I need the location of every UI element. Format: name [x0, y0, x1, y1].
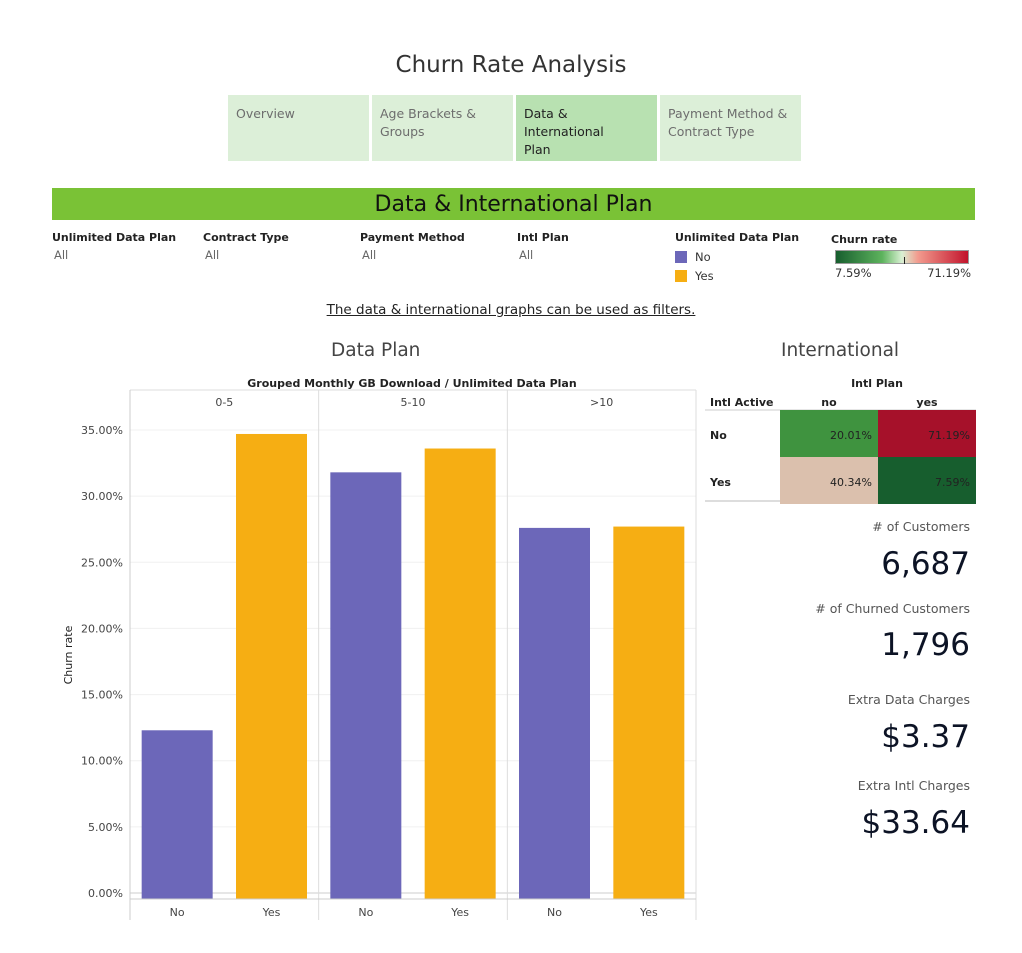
- chart-header: Grouped Monthly GB Download / Unlimited …: [247, 377, 576, 390]
- bar-5-10-No: [330, 472, 402, 899]
- bar-0-5-Yes: [236, 433, 307, 899]
- heatmap-row-label: Yes: [709, 476, 731, 489]
- legend-label: No: [695, 249, 711, 264]
- filter-note: The data & international graphs can be u…: [326, 302, 696, 318]
- y-tick-label: 30.00%: [81, 490, 123, 503]
- group-label: 0-5: [215, 396, 233, 409]
- heatmap-value: 40.34%: [830, 476, 872, 489]
- x-tick-label: No: [547, 906, 562, 919]
- filter-label: Payment Method: [360, 231, 465, 244]
- kpi-extra-intl-value: $33.64: [861, 805, 970, 841]
- tab-age-brackets[interactable]: Age Brackets & Groups: [372, 95, 513, 161]
- bar->10-Yes: [613, 526, 685, 899]
- x-tick-label: No: [170, 906, 185, 919]
- legend-swatch: [675, 250, 687, 263]
- legend-item-yes[interactable]: Yes: [675, 266, 799, 285]
- y-tick-label: 25.00%: [81, 556, 123, 569]
- filter-contract-type[interactable]: Contract Type All: [203, 231, 289, 262]
- data-plan-title: Data Plan: [331, 340, 421, 361]
- heatmap-col-label: yes: [916, 396, 938, 409]
- filter-value[interactable]: All: [362, 248, 465, 262]
- y-tick-label: 10.00%: [81, 755, 123, 768]
- tab-label: Plan: [524, 142, 551, 157]
- tab-label: Contract Type: [668, 124, 755, 139]
- x-tick-label: Yes: [450, 906, 469, 919]
- filter-label: Unlimited Data Plan: [52, 231, 177, 244]
- tab-label: Data & International: [524, 106, 604, 139]
- page-title: Churn Rate Analysis: [395, 52, 627, 78]
- heatmap-col-header: Intl Plan: [851, 377, 903, 390]
- y-axis-label: Churn rate: [62, 625, 75, 684]
- filter-payment-method[interactable]: Payment Method All: [360, 231, 465, 262]
- legend-max: 71.19%: [927, 266, 971, 280]
- international-heatmap: Intl Plan Intl Active no yes No 20.01% 71.19% Y…: [705, 377, 976, 504]
- y-tick-label: 0.00%: [88, 887, 123, 900]
- tab-bar: Overview Age Brackets & Groups Data & In…: [228, 95, 804, 161]
- kpi-extra-data-value: $3.37: [881, 719, 970, 755]
- x-tick-label: Yes: [262, 906, 281, 919]
- tab-label: Groups: [380, 124, 425, 139]
- y-tick-label: 35.00%: [81, 424, 123, 437]
- bar-5-10-Yes: [424, 448, 496, 899]
- legend-swatch: [675, 269, 687, 282]
- kpi-customers-value: 6,687: [881, 546, 970, 582]
- kpi-churned-value: 1,796: [881, 627, 970, 663]
- filter-intl-plan[interactable]: Intl Plan All: [517, 231, 569, 262]
- filter-value[interactable]: All: [519, 248, 569, 262]
- filter-label: Intl Plan: [517, 231, 569, 244]
- filter-label: Contract Type: [203, 231, 289, 244]
- group-label: 5-10: [401, 396, 426, 409]
- filter-unlimited-data-plan[interactable]: Unlimited Data Plan All: [52, 231, 176, 262]
- heatmap-row-label: No: [710, 429, 727, 442]
- tab-overview[interactable]: Overview: [228, 95, 369, 161]
- tab-label: Overview: [236, 106, 295, 121]
- legend-label: Yes: [695, 268, 714, 283]
- tab-label: Age Brackets &: [380, 106, 477, 121]
- section-banner: Data & International Plan: [52, 188, 975, 220]
- x-tick-label: Yes: [639, 906, 658, 919]
- y-tick-label: 15.00%: [81, 689, 123, 702]
- heatmap-value: 71.19%: [928, 429, 970, 442]
- heatmap-value: 7.59%: [935, 476, 970, 489]
- filter-value[interactable]: All: [205, 248, 289, 262]
- churn-rate-legend: Churn rate 7.59% 71.19%: [831, 233, 971, 280]
- x-tick-label: No: [358, 906, 373, 919]
- tab-label: Payment Method &: [668, 106, 788, 121]
- churn-gradient-bar: [835, 250, 969, 264]
- kpi-extra-data-label: Extra Data Charges: [847, 692, 970, 707]
- international-title: International: [781, 340, 900, 361]
- bar-0-5-No: [141, 730, 213, 899]
- legend-title: Unlimited Data Plan: [675, 231, 800, 244]
- legend-item-no[interactable]: No: [675, 247, 799, 266]
- kpi-extra-intl-label: Extra Intl Charges: [857, 778, 970, 793]
- heatmap-value: 20.01%: [830, 429, 872, 442]
- y-tick-label: 5.00%: [88, 821, 123, 834]
- filter-value[interactable]: All: [54, 248, 176, 262]
- bar->10-No: [519, 527, 590, 899]
- color-legend: Unlimited Data Plan No Yes: [675, 231, 799, 285]
- y-tick-label: 20.00%: [81, 622, 123, 635]
- group-label: >10: [590, 396, 613, 409]
- kpi-customers-label: # of Customers: [872, 519, 970, 534]
- data-plan-chart: Grouped Monthly GB Download / Unlimited …: [62, 377, 697, 920]
- tab-data-international[interactable]: Data & International Plan: [516, 95, 657, 161]
- heatmap-row-header: Intl Active: [710, 396, 773, 409]
- gradient-marker: [904, 257, 905, 264]
- tab-payment-contract[interactable]: Payment Method & Contract Type: [660, 95, 801, 161]
- legend-title: Churn rate: [831, 233, 898, 246]
- kpi-churned-label: # of Churned Customers: [815, 601, 970, 616]
- heatmap-col-label: no: [821, 396, 837, 409]
- legend-min: 7.59%: [835, 266, 872, 280]
